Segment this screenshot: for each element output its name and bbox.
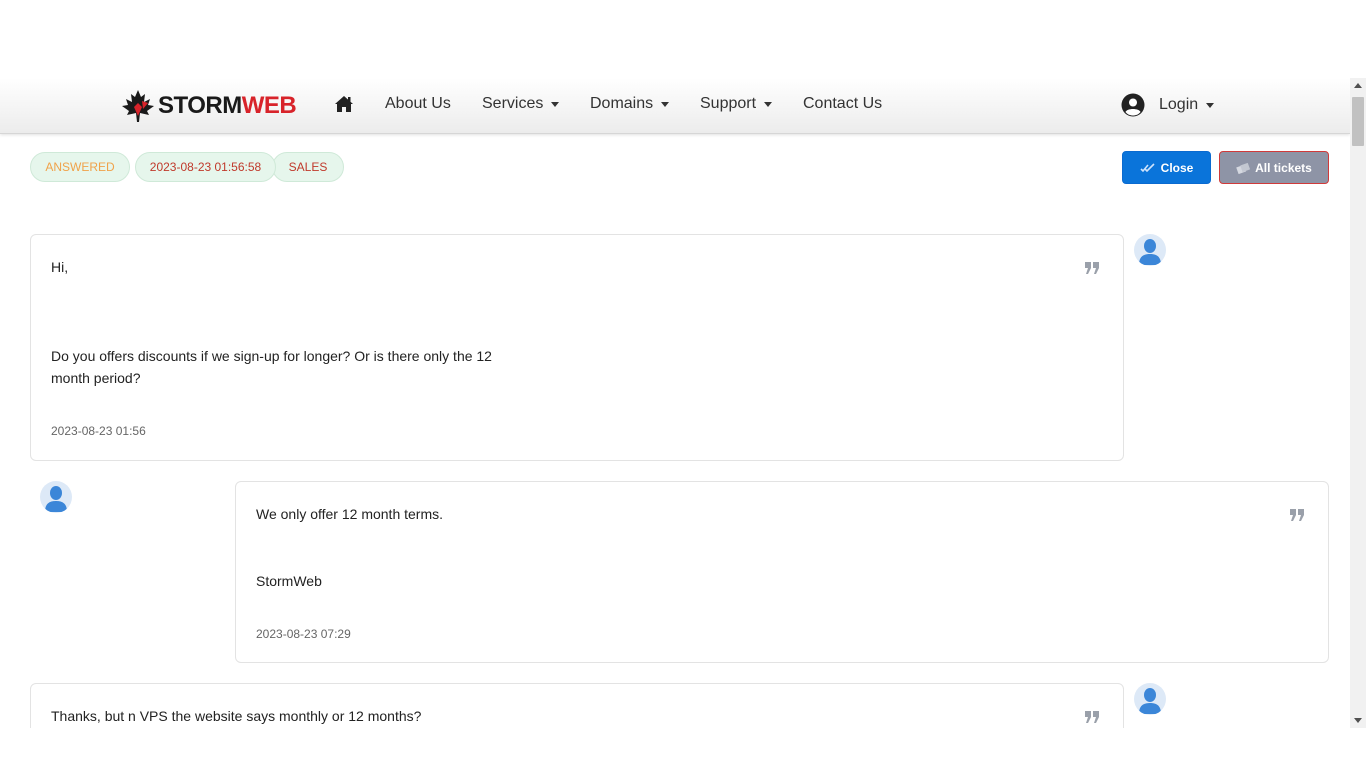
scroll-up-button[interactable] <box>1350 78 1366 94</box>
nav-support[interactable]: Support <box>700 95 773 113</box>
scroll-down-button[interactable] <box>1350 712 1366 728</box>
login-label: Login <box>1159 96 1199 113</box>
message-text-line: month period? <box>51 370 141 386</box>
customer-avatar <box>1134 234 1166 266</box>
person-avatar-icon <box>45 486 67 512</box>
top-blank-area <box>0 0 1366 78</box>
arrow-up-icon <box>1354 83 1362 88</box>
quote-icon[interactable] <box>1084 710 1100 724</box>
ticket-department-badge: SALES <box>272 152 344 182</box>
quote-icon[interactable] <box>1084 261 1100 275</box>
all-tickets-button[interactable]: All tickets <box>1219 151 1329 184</box>
nav-support-label: Support <box>700 95 757 112</box>
nav-domains[interactable]: Domains <box>590 95 670 113</box>
message-text-line: Do you offers discounts if we sign-up fo… <box>51 348 492 364</box>
message-timestamp: 2023-08-23 07:29 <box>256 627 351 641</box>
brand-logo[interactable]: STORMWEB <box>120 88 297 124</box>
home-icon <box>335 96 353 112</box>
nav-about-us[interactable]: About Us <box>385 95 451 113</box>
nav-home-link[interactable] <box>334 95 354 115</box>
brand-name-part1: STORM <box>158 92 242 119</box>
arrow-down-icon <box>1354 718 1362 723</box>
chevron-down-icon <box>551 102 560 107</box>
staff-avatar <box>40 481 72 513</box>
nav-domains-label: Domains <box>590 95 654 112</box>
message-text-line: Thanks, but n VPS the website says month… <box>51 708 422 724</box>
ticket-date-badge: 2023-08-23 01:56:58 <box>135 152 276 182</box>
customer-avatar <box>1134 683 1166 715</box>
user-circle-icon <box>1121 93 1145 117</box>
message-card: Hi, Do you offers discounts if we sign-u… <box>30 234 1124 461</box>
tickets-icon <box>1236 162 1251 174</box>
navbar: STORMWEB About Us Services Domains Suppo… <box>0 78 1350 134</box>
maple-leaf-icon <box>122 90 154 122</box>
nav-contact-us[interactable]: Contact Us <box>803 95 882 113</box>
double-check-icon <box>1140 162 1155 172</box>
quote-icon[interactable] <box>1289 508 1305 522</box>
close-ticket-label: Close <box>1160 160 1194 175</box>
message-text-line: We only offer 12 month terms. <box>256 506 444 522</box>
message-greeting: Hi, <box>51 259 69 275</box>
message-timestamp: 2023-08-23 01:56 <box>51 424 146 438</box>
person-avatar-icon <box>1139 688 1161 714</box>
bottom-blank-area <box>0 728 1366 768</box>
message-card: We only offer 12 month terms. StormWeb 2… <box>235 481 1329 663</box>
close-ticket-button[interactable]: Close <box>1122 151 1211 184</box>
ticket-status-badge: ANSWERED <box>30 152 130 182</box>
message-signature: StormWeb <box>256 573 322 589</box>
brand-name-part2: WEB <box>241 92 297 119</box>
page-viewport: STORMWEB About Us Services Domains Suppo… <box>0 78 1366 728</box>
all-tickets-label: All tickets <box>1255 160 1312 175</box>
message-card: Thanks, but n VPS the website says month… <box>30 683 1124 728</box>
page-scrollbar[interactable] <box>1350 78 1366 728</box>
login-dropdown[interactable]: Login <box>1121 93 1215 117</box>
chevron-down-icon <box>1206 103 1215 108</box>
nav-services[interactable]: Services <box>482 95 560 113</box>
brand-name: STORMWEB <box>158 92 297 120</box>
scroll-thumb[interactable] <box>1352 97 1364 146</box>
nav-services-label: Services <box>482 95 544 112</box>
nav-contact-us-label: Contact Us <box>803 95 883 112</box>
person-avatar-icon <box>1139 239 1161 265</box>
chevron-down-icon <box>764 102 773 107</box>
nav-about-us-label: About Us <box>385 95 451 112</box>
chevron-down-icon <box>661 102 670 107</box>
